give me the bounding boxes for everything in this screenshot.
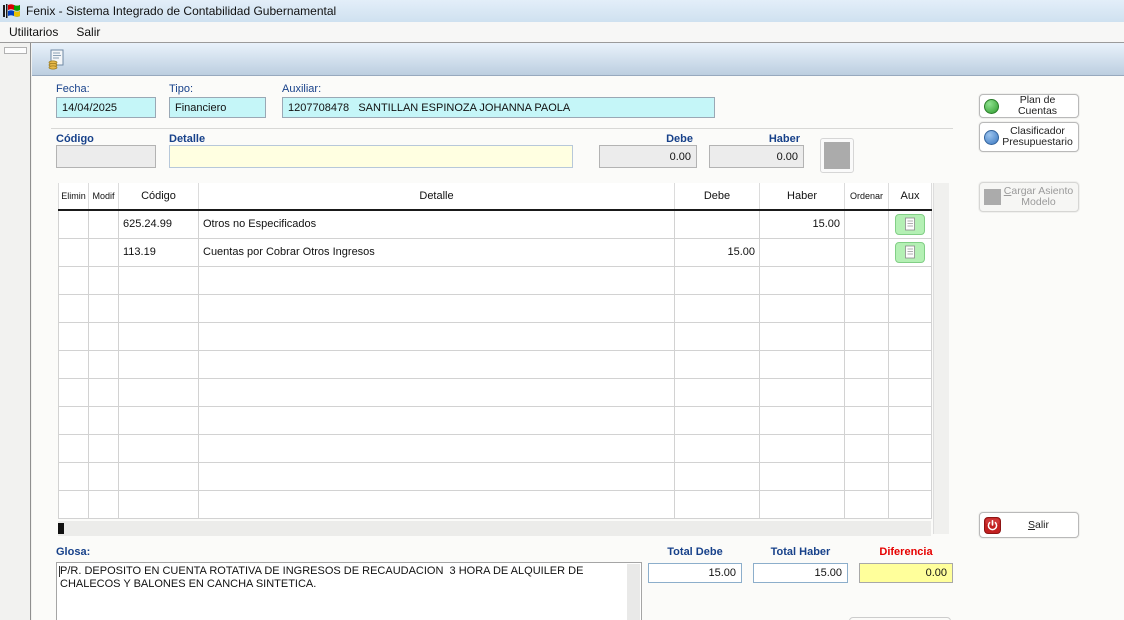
- notepad-icon: [904, 245, 916, 259]
- clasificador-label: Clasificador Presupuestario: [1001, 126, 1074, 148]
- menu-salir[interactable]: Salir: [67, 23, 109, 41]
- glosa-scrollbar[interactable]: [627, 564, 640, 620]
- auxiliar-label: Auxiliar:: [282, 83, 321, 95]
- cell-detalle: Cuentas por Cobrar Otros Ingresos: [199, 238, 675, 266]
- grid-horizontal-scrollbar[interactable]: [58, 521, 931, 536]
- tipo-field[interactable]: Financiero: [169, 97, 266, 118]
- cell-detalle: Otros no Especificados: [199, 210, 675, 238]
- entries-body: 625.24.99 Otros no Especificados 15.00: [59, 210, 932, 518]
- cell-aux: [889, 238, 932, 266]
- table-row-empty[interactable]: [59, 322, 932, 350]
- col-aux: Aux: [889, 183, 932, 210]
- col-codigo: Código: [119, 183, 199, 210]
- cell-haber: [760, 238, 845, 266]
- grid-header-row: Elimin Modif Código Detalle Debe Haber O…: [59, 183, 932, 210]
- clasificador-presupuestario-button[interactable]: Clasificador Presupuestario: [979, 122, 1079, 152]
- col-modif: Modif: [89, 183, 119, 210]
- mdi-child-window: Fecha: Tipo: Auxiliar: 14/04/2025 Financ…: [32, 43, 1124, 620]
- haber-input[interactable]: 0.00: [709, 145, 804, 168]
- detalle-input[interactable]: [169, 145, 573, 168]
- cargar-asiento-label: Cargar Asiento Modelo: [1003, 186, 1074, 208]
- cell-ordenar: [845, 238, 889, 266]
- cell-debe: 15.00: [675, 238, 760, 266]
- toolbar: [32, 43, 1124, 76]
- fecha-label: Fecha:: [56, 83, 90, 95]
- title-bar: Fenix - Sistema Integrado de Contabilida…: [0, 0, 1124, 22]
- salir-label: Salir: [1003, 520, 1074, 531]
- table-row[interactable]: 113.19 Cuentas por Cobrar Otros Ingresos…: [59, 238, 932, 266]
- glosa-text: P/R. DEPOSITO EN CUENTA ROTATIVA DE INGR…: [60, 565, 625, 591]
- windows-logo-icon: [3, 3, 20, 19]
- table-row-empty[interactable]: [59, 350, 932, 378]
- cell-debe: [675, 210, 760, 238]
- table-row-empty[interactable]: [59, 294, 932, 322]
- new-entry-document-icon[interactable]: [46, 49, 67, 70]
- col-debe: Debe: [675, 183, 760, 210]
- total-debe-field: 15.00: [648, 563, 742, 583]
- table-row-empty[interactable]: [59, 266, 932, 294]
- col-haber: Haber: [760, 183, 845, 210]
- cell-elimin[interactable]: [59, 210, 89, 238]
- separator-line: [51, 128, 953, 129]
- aux-button[interactable]: [895, 242, 925, 263]
- codigo-label: Código: [56, 133, 94, 145]
- dock-grip[interactable]: [4, 47, 27, 54]
- diferencia-label: Diferencia: [859, 546, 953, 558]
- menu-utilitarios[interactable]: Utilitarios: [0, 23, 67, 41]
- cargar-asiento-modelo-button[interactable]: Cargar Asiento Modelo: [979, 182, 1079, 212]
- total-haber-label: Total Haber: [753, 546, 848, 558]
- total-haber-field: 15.00: [753, 563, 848, 583]
- fecha-field[interactable]: 14/04/2025: [56, 97, 156, 118]
- auxiliar-field[interactable]: 1207708478 SANTILLAN ESPINOZA JOHANNA PA…: [282, 97, 715, 118]
- haber-label: Haber: [709, 133, 800, 145]
- scrollbar-thumb[interactable]: [58, 523, 64, 534]
- codigo-input[interactable]: [56, 145, 156, 168]
- glosa-label: Glosa:: [56, 546, 90, 558]
- detalle-label: Detalle: [169, 133, 205, 145]
- table-row-empty[interactable]: [59, 490, 932, 518]
- gray-square-icon: [984, 189, 1001, 205]
- cell-elimin[interactable]: [59, 238, 89, 266]
- window-title: Fenix - Sistema Integrado de Contabilida…: [26, 4, 336, 18]
- table-row-empty[interactable]: [59, 406, 932, 434]
- blue-sphere-icon: [984, 130, 999, 145]
- grid-vertical-scrollbar[interactable]: [933, 183, 949, 534]
- table-row-empty[interactable]: [59, 462, 932, 490]
- application-window: Fenix - Sistema Integrado de Contabilida…: [0, 0, 1124, 620]
- menu-bar: Utilitarios Salir: [0, 22, 1124, 43]
- cell-codigo: 625.24.99: [119, 210, 199, 238]
- salir-button[interactable]: Salir: [979, 512, 1079, 538]
- col-ordenar: Ordenar: [845, 183, 889, 210]
- cell-codigo: 113.19: [119, 238, 199, 266]
- cell-modif[interactable]: [89, 210, 119, 238]
- entry-form: Fecha: Tipo: Auxiliar: 14/04/2025 Financ…: [32, 76, 1124, 620]
- debe-input[interactable]: 0.00: [599, 145, 697, 168]
- left-dock-panel: [0, 43, 31, 620]
- diferencia-field: 0.00: [859, 563, 953, 583]
- col-elimin: Elimin: [59, 183, 89, 210]
- plan-de-cuentas-button[interactable]: Plan de Cuentas: [979, 94, 1079, 118]
- table-row-empty[interactable]: [59, 378, 932, 406]
- cell-modif[interactable]: [89, 238, 119, 266]
- debe-label: Debe: [599, 133, 693, 145]
- aux-button[interactable]: [895, 214, 925, 235]
- plan-de-cuentas-label: Plan de Cuentas: [1001, 95, 1074, 117]
- add-entry-button[interactable]: [821, 139, 853, 172]
- green-sphere-icon: [984, 99, 999, 114]
- glosa-textarea[interactable]: P/R. DEPOSITO EN CUENTA ROTATIVA DE INGR…: [56, 562, 642, 620]
- tipo-label: Tipo:: [169, 83, 193, 95]
- cell-haber: 15.00: [760, 210, 845, 238]
- total-debe-label: Total Debe: [648, 546, 742, 558]
- col-detalle: Detalle: [199, 183, 675, 210]
- cell-ordenar: [845, 210, 889, 238]
- table-row-empty[interactable]: [59, 434, 932, 462]
- notepad-icon: [904, 217, 916, 231]
- table-row[interactable]: 625.24.99 Otros no Especificados 15.00: [59, 210, 932, 238]
- entries-grid: Elimin Modif Código Detalle Debe Haber O…: [58, 183, 931, 519]
- cell-aux: [889, 210, 932, 238]
- power-icon: [984, 517, 1001, 534]
